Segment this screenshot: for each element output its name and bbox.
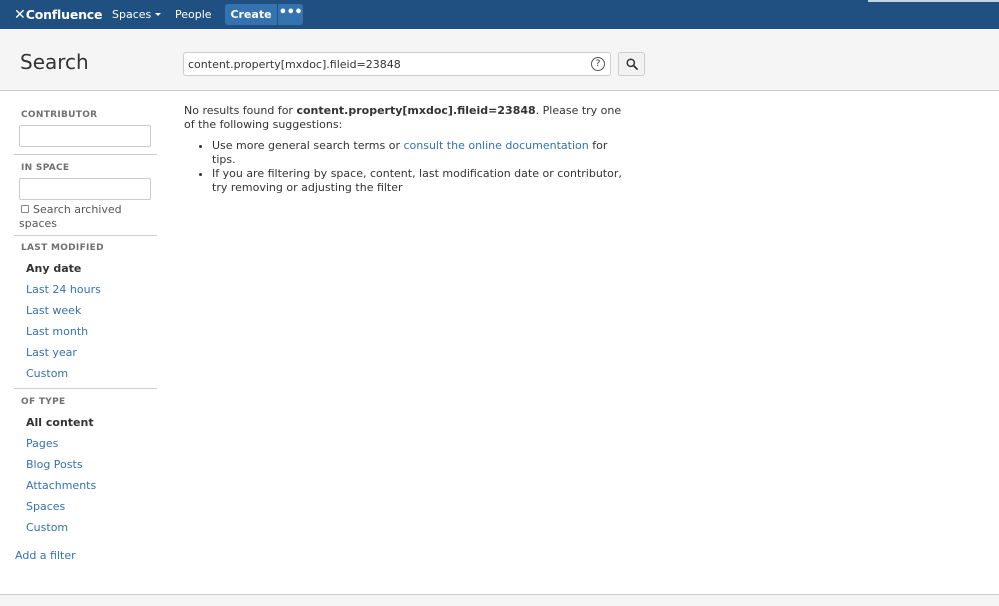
sidebar-divider: [14, 235, 157, 236]
footer: [0, 594, 999, 606]
filter-pages[interactable]: Pages: [26, 437, 58, 450]
suggestion-text: Use more general search terms or: [212, 139, 404, 152]
search-results: No results found for content.property[mx…: [184, 104, 634, 195]
search-box: ?: [183, 52, 611, 76]
in-space-label: IN SPACE: [21, 163, 70, 173]
suggestions-list: Use more general search terms or consult…: [184, 139, 634, 195]
no-results-query: content.property[mxdoc].fileid=23848: [296, 104, 536, 117]
chevron-down-icon: [155, 12, 162, 16]
help-icon[interactable]: ?: [591, 57, 605, 71]
confluence-logo[interactable]: ✕ Confluence: [14, 6, 102, 23]
search-input[interactable]: [188, 55, 586, 73]
search-icon: [626, 58, 638, 70]
page-title: Search: [20, 50, 89, 74]
sidebar-divider: [14, 154, 157, 155]
more-options-button[interactable]: •••: [278, 4, 303, 25]
nav-spaces-menu[interactable]: Spaces: [112, 0, 162, 29]
sidebar-divider: [14, 388, 157, 389]
filter-all-content[interactable]: All content: [26, 416, 94, 429]
of-type-label: OF TYPE: [21, 397, 66, 407]
contributor-label: CONTRIBUTOR: [21, 110, 98, 120]
nav-spaces-label: Spaces: [112, 8, 152, 21]
filter-blog-posts[interactable]: Blog Posts: [26, 458, 83, 471]
nav-people-link[interactable]: People: [175, 0, 212, 29]
filter-any-date[interactable]: Any date: [26, 262, 81, 275]
filter-last-week[interactable]: Last week: [26, 304, 81, 317]
archived-spaces-label: Search archived spaces: [19, 203, 122, 230]
filter-last-24-hours[interactable]: Last 24 hours: [26, 283, 101, 296]
add-filter-link[interactable]: Add a filter: [15, 549, 76, 562]
online-documentation-link[interactable]: consult the online documentation: [403, 139, 588, 152]
search-header: Search ?: [0, 29, 999, 91]
top-navigation-bar: ✕ Confluence Spaces People Create •••: [0, 0, 999, 29]
confluence-x-icon: ✕: [14, 6, 26, 23]
filter-custom-type[interactable]: Custom: [26, 521, 68, 534]
last-modified-label: LAST MODIFIED: [21, 243, 104, 253]
in-space-input[interactable]: [19, 178, 151, 200]
nav-accent-strip: [868, 0, 999, 2]
filter-spaces[interactable]: Spaces: [26, 500, 65, 513]
suggestion-item: Use more general search terms or consult…: [212, 139, 634, 167]
filter-custom-date[interactable]: Custom: [26, 367, 68, 380]
no-results-message: No results found for content.property[mx…: [184, 104, 634, 132]
contributor-input[interactable]: [19, 125, 151, 147]
filter-attachments[interactable]: Attachments: [26, 479, 96, 492]
create-button[interactable]: Create: [225, 4, 277, 25]
filter-last-month[interactable]: Last month: [26, 325, 88, 338]
no-results-prefix: No results found for: [184, 104, 297, 117]
confluence-logo-text: Confluence: [25, 7, 103, 22]
filter-last-year[interactable]: Last year: [26, 346, 77, 359]
suggestion-item: If you are filtering by space, content, …: [212, 167, 634, 195]
search-button[interactable]: [618, 52, 645, 76]
